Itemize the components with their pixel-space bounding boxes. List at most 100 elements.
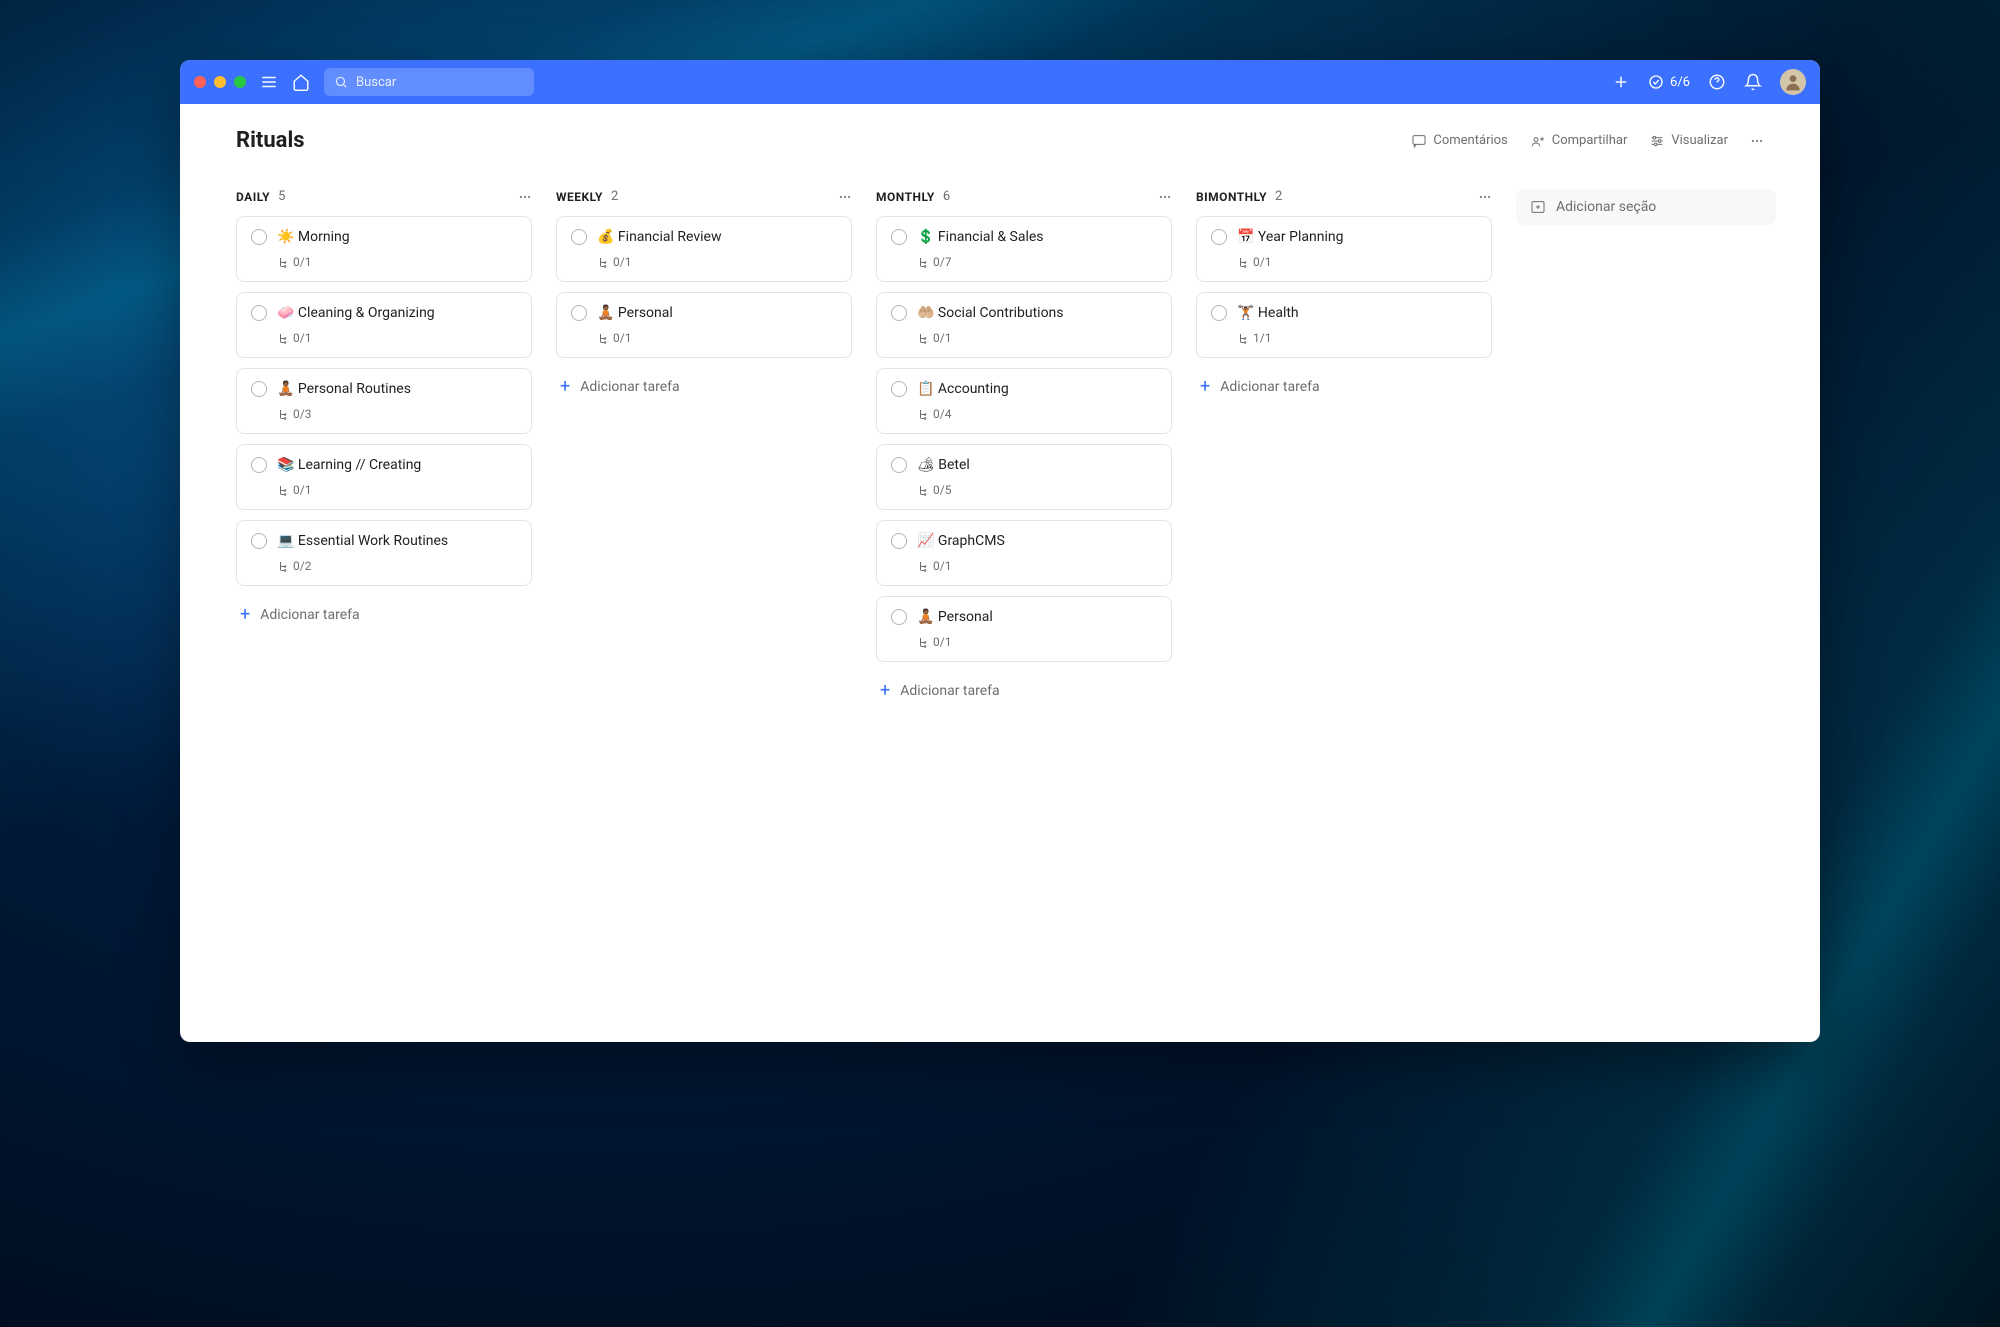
column-title: DAILY	[236, 190, 270, 204]
complete-toggle[interactable]	[251, 381, 267, 397]
task-card[interactable]: 💲 Financial & Sales0/7	[876, 216, 1172, 282]
complete-toggle[interactable]	[251, 457, 267, 473]
complete-toggle[interactable]	[571, 229, 587, 245]
task-subtask-count: 0/1	[597, 255, 837, 269]
home-button[interactable]	[292, 73, 310, 91]
menu-button[interactable]	[260, 73, 278, 91]
task-title: 🤲🏼 Social Contributions	[917, 305, 1064, 321]
complete-toggle[interactable]	[891, 533, 907, 549]
task-emoji: 🏋🏾	[1237, 305, 1254, 321]
task-card[interactable]: 🧼 Cleaning & Organizing0/1	[236, 292, 532, 358]
complete-toggle[interactable]	[891, 381, 907, 397]
task-card[interactable]: 🏋🏾 Health 1/1	[1196, 292, 1492, 358]
add-task-button[interactable]: + Adicionar tarefa	[1196, 368, 1492, 406]
task-subtask-count: 0/1	[597, 331, 837, 345]
task-title: 🧘🏾 Personal	[597, 305, 673, 321]
user-avatar[interactable]	[1780, 69, 1806, 95]
complete-toggle[interactable]	[1211, 305, 1227, 321]
task-subtask-count: 0/1	[277, 255, 517, 269]
column-title: MONTHLY	[876, 190, 935, 204]
complete-toggle[interactable]	[891, 609, 907, 625]
task-subtask-count: 0/3	[277, 407, 517, 421]
column: DAILY5 ☀️ Morning 0/1 🧼 Cleaning & Organizi…	[236, 189, 532, 634]
task-emoji: 💰	[597, 229, 614, 245]
task-emoji: 💲	[917, 229, 934, 245]
plus-icon: +	[1200, 378, 1210, 396]
notifications-button[interactable]	[1744, 73, 1762, 91]
subtask-icon	[597, 332, 609, 344]
task-title: ☀️ Morning	[277, 229, 350, 245]
complete-toggle[interactable]	[891, 229, 907, 245]
task-title: 📚 Learning // Creating	[277, 457, 421, 473]
comments-button[interactable]: Comentários	[1411, 133, 1507, 149]
complete-toggle[interactable]	[251, 533, 267, 549]
task-title: 📋 Accounting	[917, 381, 1009, 397]
task-card[interactable]: 📅 Year Planning0/1	[1196, 216, 1492, 282]
task-card[interactable]: 📚 Learning // Creating0/1	[236, 444, 532, 510]
complete-toggle[interactable]	[1211, 229, 1227, 245]
task-emoji: 📚	[277, 457, 294, 473]
task-card[interactable]: 🤲🏼 Social Contributions0/1	[876, 292, 1172, 358]
task-card[interactable]: 📈 GraphCMS0/1	[876, 520, 1172, 586]
column-header: BIMONTHLY2	[1196, 189, 1492, 216]
complete-toggle[interactable]	[251, 229, 267, 245]
add-section-button[interactable]: Adicionar seção	[1516, 189, 1776, 225]
task-subtask-count: 1/1	[1237, 331, 1477, 345]
task-card[interactable]: 🧘🏾 Personal Routines0/3	[236, 368, 532, 434]
help-button[interactable]	[1708, 73, 1726, 91]
task-emoji: 📅	[1237, 229, 1254, 245]
task-title: 🏋🏾 Health	[1237, 305, 1299, 321]
dots-icon	[518, 190, 532, 204]
subtask-icon	[917, 332, 929, 344]
task-title: 💻 Essential Work Routines	[277, 533, 448, 549]
column-more-button[interactable]	[1158, 190, 1172, 204]
add-task-button[interactable]: +Adicionar tarefa	[236, 596, 532, 634]
board: DAILY5 ☀️ Morning 0/1 🧼 Cleaning & Organizi…	[180, 161, 1820, 738]
column-title: BIMONTHLY	[1196, 190, 1267, 204]
task-card[interactable]: 🧘🏾 Personal0/1	[876, 596, 1172, 662]
view-button[interactable]: Visualizar	[1649, 133, 1728, 149]
task-title: 🧘🏾 Personal	[917, 609, 993, 625]
window-minimize-button[interactable]	[214, 76, 226, 88]
column-more-button[interactable]	[518, 190, 532, 204]
column-more-button[interactable]	[838, 190, 852, 204]
complete-toggle[interactable]	[891, 305, 907, 321]
task-card[interactable]: 🏕 Betel0/5	[876, 444, 1172, 510]
plus-icon: +	[240, 606, 250, 624]
traffic-lights	[194, 76, 246, 88]
task-card[interactable]: 🧘🏾 Personal 0/1	[556, 292, 852, 358]
search-box[interactable]: Buscar	[324, 68, 534, 96]
plus-icon: +	[880, 682, 890, 700]
add-task-button[interactable]: +Adicionar tarefa	[556, 368, 852, 406]
task-card[interactable]: 💻 Essential Work Routines0/2	[236, 520, 532, 586]
window-close-button[interactable]	[194, 76, 206, 88]
task-subtask-count: 0/1	[917, 559, 1157, 573]
add-button[interactable]	[1612, 73, 1630, 91]
more-actions-button[interactable]	[1750, 134, 1764, 148]
task-card[interactable]: ☀️ Morning 0/1	[236, 216, 532, 282]
window-fullscreen-button[interactable]	[234, 76, 246, 88]
column: MONTHLY6💲 Financial & Sales0/7🤲🏼 Social …	[876, 189, 1172, 710]
task-card[interactable]: 📋 Accounting0/4	[876, 368, 1172, 434]
page-header: Rituals Comentários Compartilhar Visuali…	[180, 104, 1820, 161]
subtask-icon	[277, 256, 289, 268]
column-header: DAILY5	[236, 189, 532, 216]
subtask-icon	[1237, 256, 1249, 268]
task-card[interactable]: 💰 Financial Review 0/1	[556, 216, 852, 282]
complete-toggle[interactable]	[251, 305, 267, 321]
progress-stat[interactable]: 6/6	[1648, 74, 1690, 90]
task-emoji: 📈	[917, 533, 934, 549]
share-button[interactable]: Compartilhar	[1530, 133, 1628, 149]
complete-toggle[interactable]	[571, 305, 587, 321]
dots-icon	[1478, 190, 1492, 204]
task-title: 💲 Financial & Sales	[917, 229, 1044, 245]
task-title: 💰 Financial Review	[597, 229, 721, 245]
task-emoji: 🧘🏾	[917, 609, 934, 625]
complete-toggle[interactable]	[891, 457, 907, 473]
add-task-button[interactable]: +Adicionar tarefa	[876, 672, 1172, 710]
add-section-label: Adicionar seção	[1556, 199, 1656, 215]
column-more-button[interactable]	[1478, 190, 1492, 204]
titlebar: Buscar 6/6	[180, 60, 1820, 104]
column: BIMONTHLY2📅 Year Planning0/1 🏋🏾 Health 1/1…	[1196, 189, 1492, 406]
add-task-label: Adicionar tarefa	[1220, 379, 1319, 395]
